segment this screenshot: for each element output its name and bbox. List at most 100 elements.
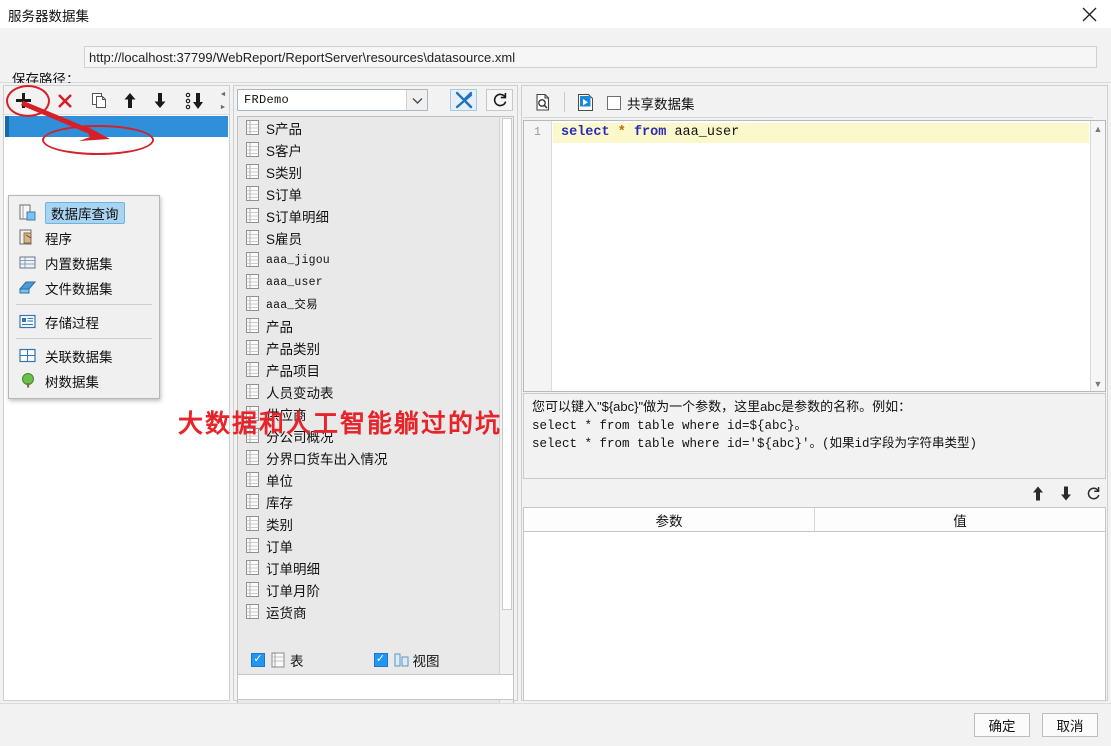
refresh-datasource-button[interactable] [486,89,513,111]
view-icon [394,652,409,667]
object-type-filters: ✓ 表 ✓ 视图 [237,646,514,673]
move-down-button[interactable] [147,88,173,113]
relation-dataset-icon [18,347,38,365]
table-list-item[interactable]: 分公司概况 [238,425,500,447]
table-list-item[interactable]: aaa_jigou [238,249,500,271]
table-list-item[interactable]: 库存 [238,491,500,513]
table-list-item-label: 订单月阶 [266,584,320,599]
table-list-item[interactable]: S类别 [238,161,500,183]
menu-item-tree-dataset[interactable]: 树数据集 [9,368,159,393]
share-dataset-checkbox[interactable]: 共享数据集 [607,92,695,113]
table-icon [246,428,260,444]
datasource-selected-value: FRDemo [244,93,290,107]
table-list-item[interactable]: 订单月阶 [238,579,500,601]
table-icon [246,494,260,510]
move-up-button[interactable] [117,88,143,113]
table-icon [246,582,260,598]
table-list-item[interactable]: 订单 [238,535,500,557]
save-path-input[interactable]: http://localhost:37799/WebReport/ReportS… [84,46,1097,68]
delete-dataset-button[interactable] [52,88,78,113]
copy-dataset-button[interactable] [86,88,112,113]
run-sql-icon [577,94,593,111]
menu-item-label: 存储过程 [45,315,99,331]
editor-vertical-scrollbar[interactable]: ▲ ▼ [1090,121,1105,391]
parameter-table-body[interactable] [524,532,1105,700]
preview-data-button[interactable] [530,90,556,115]
toolbar-overflow-icon[interactable]: ◄ ► [219,91,227,111]
selection-indicator [5,116,9,137]
param-refresh-button[interactable] [1081,482,1105,504]
table-list-item[interactable]: 订单明细 [238,557,500,579]
table-list-item[interactable]: 供应商 [238,403,500,425]
table-list[interactable]: S产品 S客户 S类别 S订单 S订单明细 S雇员 aaa_jigou aaa_user aaa… [237,116,514,724]
add-dataset-button[interactable] [10,88,36,113]
sql-star: * [617,125,626,140]
ok-button[interactable]: 确定 [974,713,1030,737]
table-list-item[interactable]: 产品 [238,315,500,337]
add-dataset-menu[interactable]: 数据库查询程序内置数据集 文件数据集存储过程关联数据集 树数据集 [8,195,160,399]
parameter-table-header: 参数 值 [524,508,1105,532]
run-sql-button[interactable] [572,90,598,115]
table-list-item-label: S雇员 [266,232,303,247]
filter-table-checkbox[interactable]: ✓ 表 [251,650,304,670]
table-list-item[interactable]: S产品 [238,117,500,139]
table-list-item[interactable]: aaa_交易 [238,293,500,315]
table-list-item[interactable]: 类别 [238,513,500,535]
window-title: 服务器数据集 [8,9,89,24]
table-list-item[interactable]: 运货商 [238,601,500,623]
datasource-status-strip [237,674,514,700]
scroll-down-icon[interactable]: ▼ [1094,376,1103,391]
dataset-toolbar: ◄ ► [4,86,229,115]
embedded-dataset-icon [18,254,38,272]
table-icon [246,296,260,312]
table-list-item[interactable]: S订单 [238,183,500,205]
table-list-item-label: 运货商 [266,606,307,621]
table-icon [246,450,260,466]
refresh-icon [493,93,506,107]
table-list-item[interactable]: S客户 [238,139,500,161]
filter-view-checkbox[interactable]: ✓ 视图 [373,650,440,670]
arrow-up-icon [124,93,136,108]
table-list-item[interactable]: 人员变动表 [238,381,500,403]
table-icon [246,186,260,202]
table-list-scrollbar[interactable] [499,117,513,723]
table-list-item-label: 库存 [266,496,293,511]
dataset-tree-selected-row[interactable] [5,116,228,137]
sort-button[interactable] [180,88,210,113]
menu-item-file-dataset[interactable]: 文件数据集 [9,275,159,300]
editor-code-area[interactable]: select * from aaa_user [553,123,1089,143]
parameter-table[interactable]: 参数 值 [523,507,1106,700]
table-list-item[interactable]: S订单明细 [238,205,500,227]
menu-item-database-query[interactable]: 数据库查询 [9,200,159,225]
close-icon[interactable] [1067,0,1111,28]
scroll-up-icon[interactable]: ▲ [1094,121,1103,136]
menu-item-label: 数据库查询 [45,201,125,224]
table-icon [246,340,260,356]
table-list-item-label: 产品项目 [266,364,320,379]
cancel-button[interactable]: 取消 [1042,713,1098,737]
sql-toolbar: 共享数据集 [522,86,1107,119]
wrench-icon [455,91,472,109]
menu-item-program[interactable]: 程序 [9,225,159,250]
chevron-down-icon[interactable] [406,90,427,110]
menu-item-embedded-dataset[interactable]: 内置数据集 [9,250,159,275]
table-list-item[interactable]: 产品项目 [238,359,500,381]
table-list-item-label: 供应商 [266,408,307,423]
menu-item-label: 程序 [45,231,72,247]
table-list-item[interactable]: 分界口货车出入情况 [238,447,500,469]
datasource-combobox[interactable]: FRDemo [237,89,428,111]
refresh-icon [1087,486,1099,499]
menu-item-relation-dataset[interactable]: 关联数据集 [9,343,159,368]
table-list-item[interactable]: aaa_user [238,271,500,293]
sql-code-editor[interactable]: 1 select * from aaa_user ▲ ▼ [523,120,1106,392]
param-move-up-button[interactable] [1026,482,1050,504]
table-list-scroll-thumb[interactable] [502,118,512,610]
table-list-item-label: 人员变动表 [266,386,334,401]
table-list-item[interactable]: 产品类别 [238,337,500,359]
table-list-item[interactable]: 单位 [238,469,500,491]
datasource-config-button[interactable] [450,89,477,111]
table-list-item-label: 类别 [266,518,293,533]
table-list-item[interactable]: S雇员 [238,227,500,249]
param-move-down-button[interactable] [1054,482,1078,504]
menu-item-stored-procedure[interactable]: 存储过程 [9,309,159,334]
